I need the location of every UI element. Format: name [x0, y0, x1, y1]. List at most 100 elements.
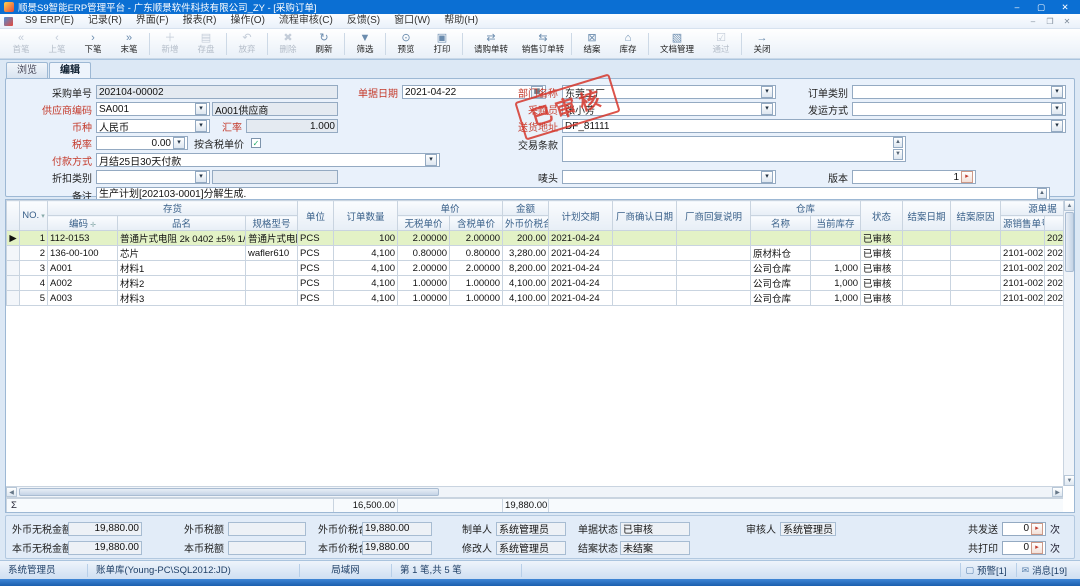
grid-cell[interactable]: [951, 231, 1001, 246]
menu-item[interactable]: S9 ERP(E): [18, 14, 81, 28]
grid-cell[interactable]: 202: [1045, 246, 1063, 261]
grid-cell[interactable]: [677, 291, 751, 306]
ship-method-input[interactable]: ▾: [852, 102, 1066, 116]
grid-cell[interactable]: 1: [20, 231, 48, 246]
trade-terms-input[interactable]: ▲▼: [562, 136, 906, 162]
grid-cell[interactable]: 已审核: [861, 276, 903, 291]
col-header-source-sales-no[interactable]: 源销售单号: [1001, 216, 1045, 231]
grid-cell[interactable]: 公司仓库: [751, 261, 811, 276]
grid-cell[interactable]: [903, 246, 951, 261]
grid-cell[interactable]: [677, 261, 751, 276]
lookup-icon[interactable]: ▾: [195, 120, 207, 132]
grid-cell[interactable]: [677, 231, 751, 246]
grid-cell[interactable]: 4,100: [334, 291, 398, 306]
grid-row[interactable]: 3A001材料1PCS4,1002.000002.000008,200.0020…: [7, 261, 1064, 276]
grid-cell[interactable]: 2.00000: [450, 261, 503, 276]
group-header-unit-price[interactable]: 单价: [398, 201, 503, 216]
col-header-unit[interactable]: 单位: [298, 201, 334, 231]
grid-cell[interactable]: [903, 261, 951, 276]
grid-cell[interactable]: 202: [1045, 276, 1063, 291]
grid-cell[interactable]: 8,200.00: [503, 261, 549, 276]
group-header-amount[interactable]: 金额: [503, 201, 549, 216]
po-no-input[interactable]: 202104-00002: [96, 85, 338, 99]
grid-cell[interactable]: PCS: [298, 261, 334, 276]
grid-cell[interactable]: [903, 276, 951, 291]
message-badge[interactable]: ✉消息[19]: [1016, 563, 1072, 577]
scroll-up-icon[interactable]: ▲: [1064, 200, 1075, 211]
grid-cell[interactable]: 1,000: [811, 261, 861, 276]
close-case-button[interactable]: ⊠结案: [574, 30, 610, 58]
transfer-request-button[interactable]: ⇄请购单转: [465, 30, 517, 58]
scroll-left-icon[interactable]: ◀: [6, 487, 17, 497]
col-header-warehouse-name[interactable]: 名称: [751, 216, 811, 231]
grid-cell[interactable]: A002: [48, 276, 118, 291]
group-header-inventory[interactable]: 存货: [48, 201, 298, 216]
grid-cell[interactable]: 202: [1045, 291, 1063, 306]
documents-button[interactable]: ▧文档管理: [651, 30, 703, 58]
grid-cell[interactable]: [613, 231, 677, 246]
col-header-close-date[interactable]: 结案日期: [903, 201, 951, 231]
grid-cell[interactable]: 4,100.00: [503, 291, 549, 306]
grid-cell[interactable]: 1.00000: [450, 291, 503, 306]
exit-button[interactable]: →关闭: [744, 30, 780, 58]
scroll-down-icon[interactable]: ▼: [1064, 475, 1075, 486]
spinner-icon[interactable]: ▸: [1031, 523, 1043, 535]
lookup-icon[interactable]: ▾: [195, 103, 207, 115]
horizontal-scrollbar[interactable]: ◀ ▶: [6, 486, 1063, 497]
tab[interactable]: 浏览: [6, 62, 48, 78]
grid-cell[interactable]: 2021-04-24: [549, 246, 613, 261]
grid-cell[interactable]: [1001, 231, 1045, 246]
grid-cell[interactable]: 1.00000: [450, 276, 503, 291]
col-header-confirm-date[interactable]: 厂商确认日期: [613, 201, 677, 231]
grid-cell[interactable]: 4,100: [334, 276, 398, 291]
grid-cell[interactable]: PCS: [298, 276, 334, 291]
grid-cell[interactable]: [751, 231, 811, 246]
grid-cell[interactable]: 原材料仓: [751, 246, 811, 261]
grid-cell[interactable]: [903, 291, 951, 306]
refresh-button[interactable]: ↻刷新: [306, 30, 342, 58]
row-selector-header[interactable]: [7, 201, 20, 231]
grid-row[interactable]: ▶1112-0153普通片式电阻 2k 0402 ±5% 1/16W普通片式电阻…: [7, 231, 1064, 246]
grid-cell[interactable]: [613, 291, 677, 306]
col-header-amount-total[interactable]: 外币价税合计: [503, 216, 549, 231]
grid-cell[interactable]: 2.00000: [450, 231, 503, 246]
lookup-icon[interactable]: ▾: [761, 86, 773, 98]
grid-cell[interactable]: 1.00000: [398, 291, 450, 306]
menu-item[interactable]: 报表(R): [176, 14, 224, 28]
grid-cell[interactable]: wafler610: [246, 246, 298, 261]
row-selector[interactable]: [7, 291, 20, 306]
currency-input[interactable]: 人民币▾: [96, 119, 210, 133]
grid-cell[interactable]: 2.00000: [398, 231, 450, 246]
lookup-icon[interactable]: ▾: [1051, 120, 1063, 132]
menu-item[interactable]: 记录(R): [81, 14, 129, 28]
grid-cell[interactable]: 芯片: [118, 246, 246, 261]
grid-cell[interactable]: 3: [20, 261, 48, 276]
grid-cell[interactable]: 2101-002: [1001, 276, 1045, 291]
col-header-code[interactable]: 编码✛: [48, 216, 118, 231]
grid-cell[interactable]: 2021-04-24: [549, 276, 613, 291]
grid-cell[interactable]: 5: [20, 291, 48, 306]
scroll-thumb[interactable]: [1065, 212, 1074, 272]
print-button[interactable]: ▣打印: [424, 30, 460, 58]
grid-cell[interactable]: [246, 276, 298, 291]
vertical-scrollbar[interactable]: ▲ ▼: [1063, 200, 1074, 486]
grid-cell[interactable]: 112-0153: [48, 231, 118, 246]
col-header-clipped[interactable]: [1045, 216, 1063, 231]
grid-cell[interactable]: 202: [1045, 231, 1063, 246]
grid-cell[interactable]: A001: [48, 261, 118, 276]
col-header-status[interactable]: 状态: [861, 201, 903, 231]
delivery-addr-input[interactable]: DF_81111▾: [562, 119, 1066, 133]
lookup-icon[interactable]: ▾: [195, 171, 207, 183]
grid-cell[interactable]: [246, 261, 298, 276]
filter-button[interactable]: ▼筛选: [347, 30, 383, 58]
send-count-input[interactable]: 0▸: [1002, 522, 1046, 536]
grid-cell[interactable]: 202: [1045, 261, 1063, 276]
spinner-icon[interactable]: ▸: [1031, 542, 1043, 554]
menu-item[interactable]: 反馈(S): [340, 14, 387, 28]
grid-cell[interactable]: [951, 276, 1001, 291]
grid-cell[interactable]: 普通片式电阻..: [246, 231, 298, 246]
child-minimize-button[interactable]: –: [1026, 15, 1040, 28]
col-header-stock[interactable]: 当前库存: [811, 216, 861, 231]
inventory-button[interactable]: ⌂库存: [610, 30, 646, 58]
grid-cell[interactable]: 材料3: [118, 291, 246, 306]
